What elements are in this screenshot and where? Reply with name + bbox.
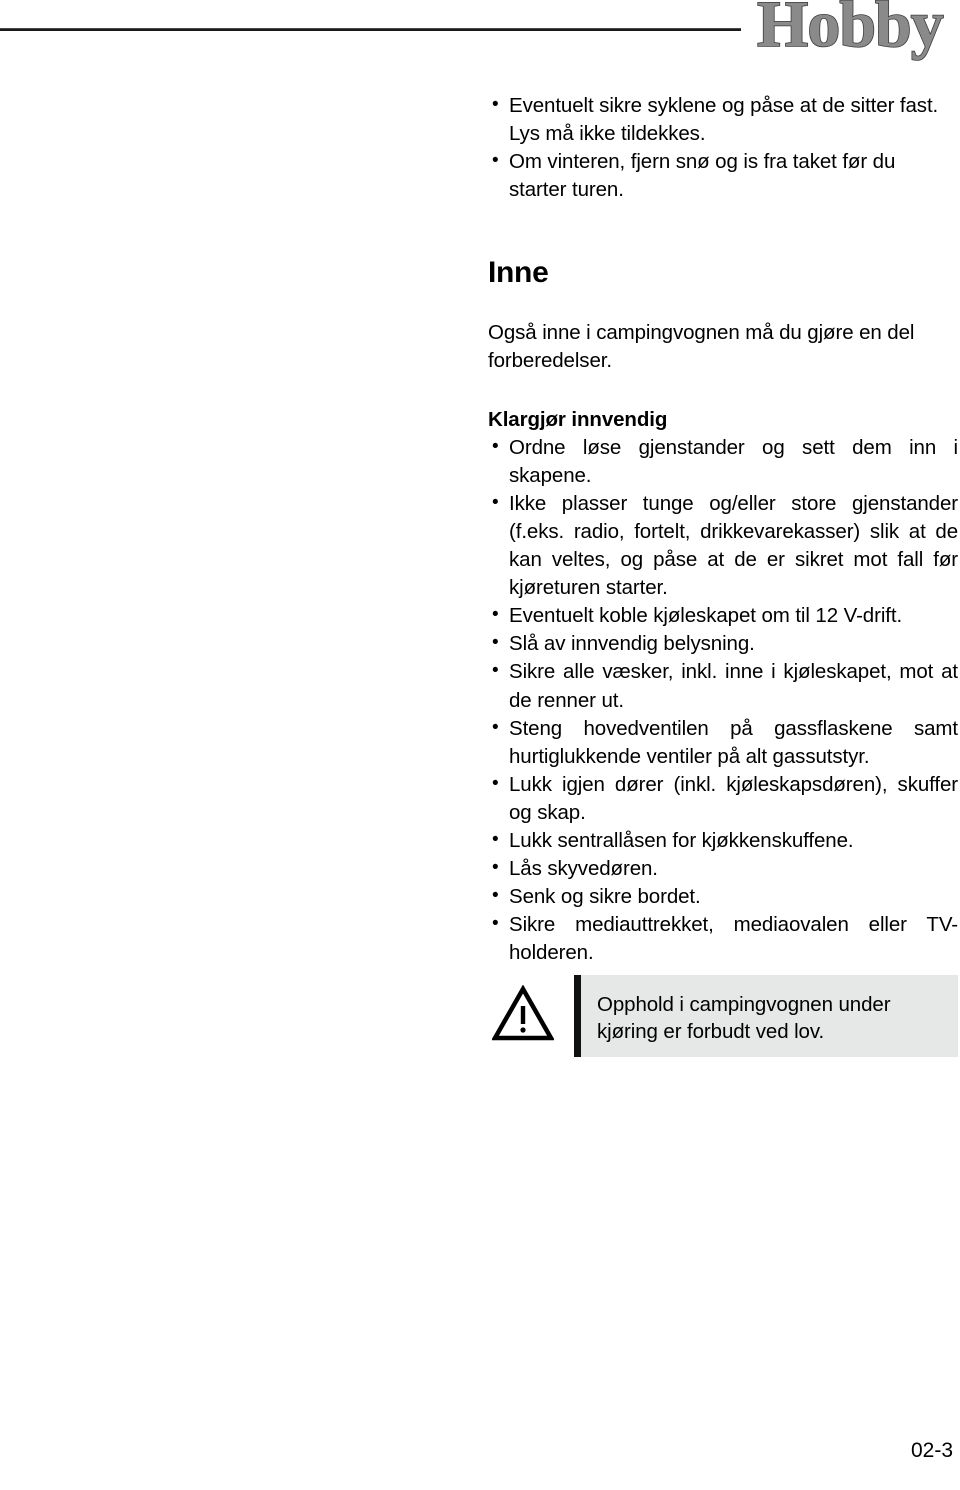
warning-message-text: Opphold i campingvognen under kjøring er… [597, 993, 891, 1043]
section-heading-inne: Inne [488, 256, 549, 290]
warning-message-box: Opphold i campingvognen under kjøring er… [581, 975, 958, 1057]
list-item: Steng hovedventilen på gassflaskene samt… [488, 714, 958, 771]
list-item: Slå av innvendig belysning. [488, 629, 958, 658]
sub-heading-klargjor-innvendig: Klargjør innvendig [488, 407, 668, 431]
list-item: Sikre mediauttrekket, mediaovalen eller … [488, 910, 958, 967]
top-bullet-list: Eventuelt sikre syklene og påse at de si… [488, 91, 958, 204]
intro-paragraph: Også inne i campingvognen må du gjøre en… [488, 321, 915, 373]
page-header: Hobby [0, 0, 960, 80]
list-item: Ikke plasser tunge og/eller store gjenst… [488, 489, 958, 602]
list-item: Sikre alle væsker, inkl. inne i kjøleska… [488, 657, 958, 714]
warning-accent-bar [574, 975, 581, 1057]
warning-triangle-icon [491, 984, 555, 1041]
list-item: Lukk igjen dører (inkl. kjøleskapsdøren)… [488, 770, 958, 827]
list-item: Lukk sentrallåsen for kjøkkenskuffene. [488, 826, 958, 855]
header-divider-rule [0, 28, 741, 31]
warning-callout: Opphold i campingvognen under kjøring er… [488, 975, 958, 1057]
list-item: Eventuelt sikre syklene og påse at de si… [488, 91, 958, 148]
list-item: Senk og sikre bordet. [488, 882, 958, 911]
list-item: Eventuelt koble kjøleskapet om til 12 V-… [488, 601, 958, 630]
list-item: Ordne løse gjenstander og sett dem inn i… [488, 433, 958, 490]
list-item: Lås skyvedøren. [488, 854, 958, 883]
main-bullet-list: Ordne løse gjenstander og sett dem inn i… [488, 433, 958, 968]
brand-logo-hobby: Hobby [756, 0, 944, 61]
list-item: Om vinteren, fjern snø og is fra taket f… [488, 147, 958, 204]
page-number: 02-3 [910, 1439, 953, 1462]
main-content-column: Eventuelt sikre syklene og påse at de si… [488, 91, 958, 968]
